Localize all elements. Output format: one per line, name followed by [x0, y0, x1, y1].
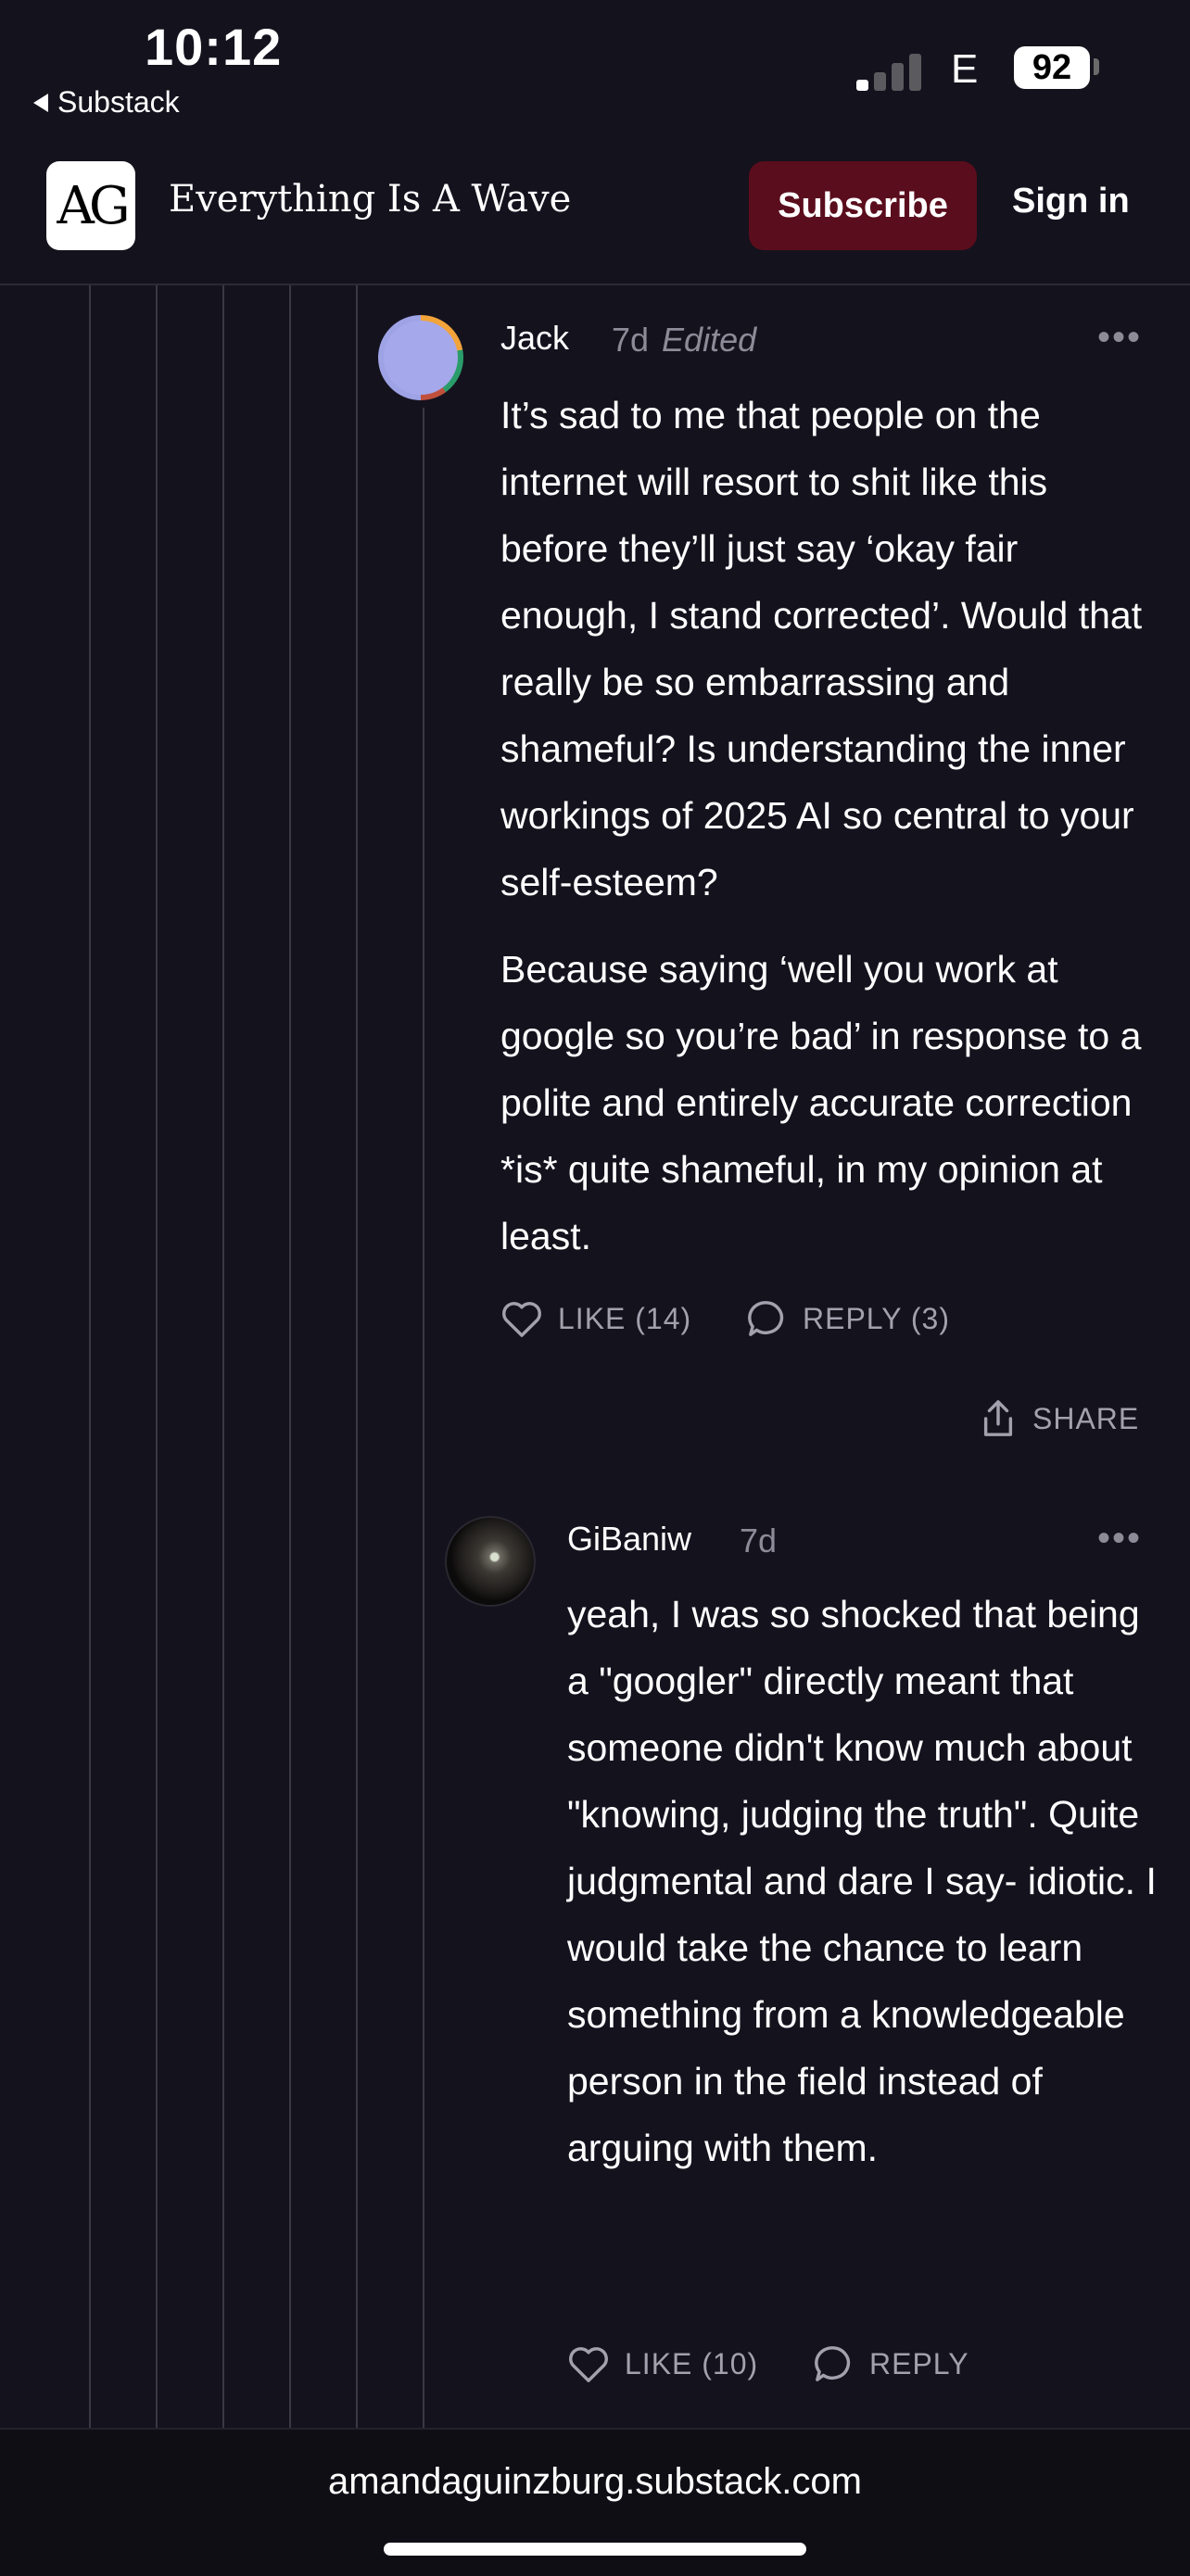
share-icon: [983, 1400, 1013, 1436]
thread-line: [89, 285, 91, 2428]
battery-icon: 92: [1014, 46, 1090, 89]
subscribe-button[interactable]: Subscribe: [749, 161, 977, 250]
publication-header: AG Everything Is A Wave Subscribe Sign i…: [0, 139, 1190, 285]
comment-author[interactable]: Jack: [500, 319, 569, 358]
share-button[interactable]: SHARE: [979, 1397, 1139, 1440]
reply-button[interactable]: REPLY: [812, 2344, 969, 2383]
avatar[interactable]: [445, 1516, 536, 1607]
like-label: LIKE (10): [625, 2346, 759, 2380]
thread-line: [423, 408, 424, 2428]
comment-paragraph: Because saying ‘well you work at google …: [500, 948, 1142, 1257]
more-options-icon[interactable]: •••: [1097, 317, 1142, 359]
sign-in-button[interactable]: Sign in: [1012, 182, 1130, 221]
url-bar[interactable]: amandaguinzburg.substack.com: [0, 2461, 1190, 2503]
logo-text: AG: [57, 175, 130, 236]
avatar[interactable]: [378, 315, 463, 400]
clock: 10:12: [145, 18, 283, 76]
cellular-signal-icon: [856, 50, 921, 91]
more-options-icon[interactable]: •••: [1097, 1518, 1142, 1559]
browser-footer: amandaguinzburg.substack.com: [0, 2428, 1190, 2576]
comment-time: 7d: [740, 1522, 778, 1559]
comment-body: yeah, I was so shocked that being a "goo…: [567, 1581, 1160, 2202]
reply-label: REPLY: [869, 2346, 969, 2380]
heart-icon: [569, 2347, 608, 2382]
back-arrow-icon: [33, 93, 48, 112]
edited-label: Edited: [662, 321, 757, 359]
comment-meta: 7d: [740, 1522, 777, 1560]
comment-paragraph: It’s sad to me that people on the intern…: [500, 394, 1143, 903]
reply-label: REPLY (3): [803, 1301, 950, 1335]
network-type: E: [951, 46, 979, 92]
back-app-label: Substack: [57, 85, 180, 119]
battery-level: 92: [1032, 47, 1072, 87]
comment-time: 7d: [612, 321, 650, 359]
comment-paragraph: yeah, I was so shocked that being a "goo…: [567, 1593, 1157, 2169]
battery-cap: [1094, 58, 1099, 75]
thread-line: [156, 285, 158, 2428]
thread-line: [289, 285, 291, 2428]
share-label: SHARE: [1032, 1401, 1140, 1435]
thread-line: [222, 285, 224, 2428]
reply-bubble-icon: [815, 2346, 851, 2381]
like-button[interactable]: LIKE (14): [500, 1299, 691, 1338]
thread-line: [356, 285, 358, 2428]
comment-body: It’s sad to me that people on the intern…: [500, 382, 1149, 1290]
comment-author[interactable]: GiBaniw: [567, 1520, 691, 1559]
home-indicator[interactable]: [384, 2543, 806, 2556]
reply-bubble-icon: [748, 1301, 784, 1336]
publication-title[interactable]: Everything Is A Wave: [169, 178, 571, 221]
heart-icon: [502, 1302, 541, 1337]
publication-logo[interactable]: AG: [46, 161, 135, 250]
reply-button[interactable]: REPLY (3): [745, 1299, 950, 1338]
like-label: LIKE (14): [558, 1301, 692, 1335]
comment-meta: 7d Edited: [612, 321, 756, 360]
back-to-app-link[interactable]: Substack: [33, 85, 180, 120]
status-bar: 10:12 Substack E 92: [0, 0, 1190, 139]
like-button[interactable]: LIKE (10): [567, 2344, 758, 2383]
